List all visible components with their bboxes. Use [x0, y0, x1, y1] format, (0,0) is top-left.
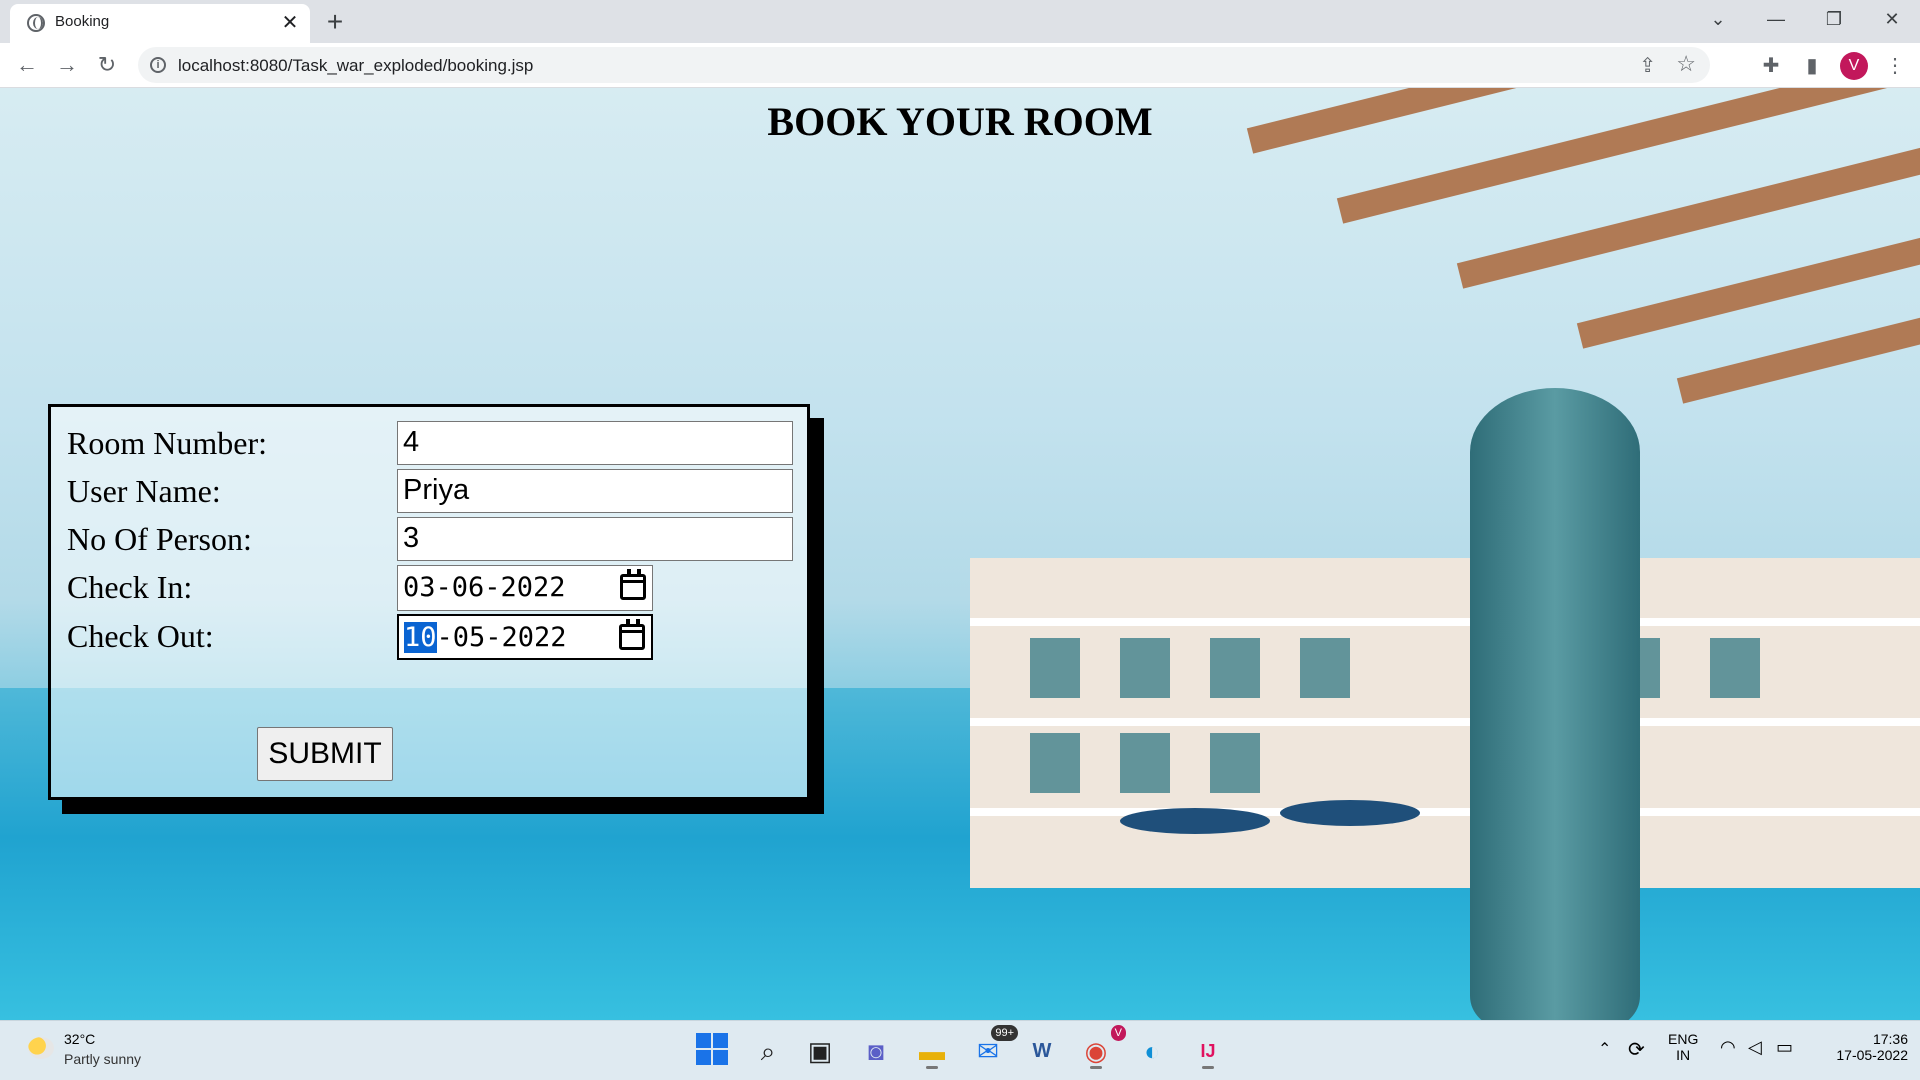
word-icon[interactable]: W [1022, 1031, 1062, 1071]
globe-icon [27, 14, 45, 32]
reload-button[interactable]: ↻ [90, 48, 124, 82]
check-out-date-input[interactable]: 10-05-2022 [397, 614, 653, 660]
minimize-button[interactable]: — [1748, 0, 1804, 40]
room-number-label: Room Number: [67, 425, 267, 461]
chrome-profile-badge: V [1110, 1025, 1126, 1041]
search-icon[interactable]: ⌕ [748, 1031, 788, 1071]
close-window-button[interactable]: ✕ [1864, 0, 1920, 40]
persons-label: No Of Person: [67, 521, 252, 557]
edge-icon[interactable]: ◐ [1132, 1031, 1172, 1071]
side-panel-icon[interactable]: ▮ [1797, 51, 1827, 81]
start-icon[interactable] [696, 1033, 728, 1065]
language-code: ENG [1668, 1031, 1699, 1047]
check-in-date-input[interactable]: 03-06-2022 [397, 565, 653, 611]
page-title: BOOK YOUR ROOM [767, 99, 1153, 144]
clock[interactable]: 17:36 17-05-2022 [1818, 1031, 1908, 1063]
language-indicator[interactable]: ENG IN [1668, 1031, 1698, 1063]
user-name-input[interactable]: Priya [397, 469, 793, 513]
tab-title: Booking [55, 13, 110, 30]
clock-time: 17:36 [1872, 1031, 1908, 1047]
wifi-icon[interactable]: ◠ [1720, 1037, 1736, 1058]
browser-toolbar: ← → ↻ i localhost:8080/Task_war_exploded… [0, 43, 1920, 88]
mail-badge: 99+ [991, 1025, 1018, 1041]
background-umbrella [1470, 388, 1640, 1020]
booking-form: Room Number: 4 User Name: Priya No Of Pe… [48, 404, 810, 800]
check-out-day-selected[interactable]: 10 [404, 622, 437, 653]
language-region: IN [1676, 1047, 1691, 1063]
check-out-date-rest: -05-2022 [436, 622, 567, 653]
volume-icon[interactable]: ◁ [1748, 1037, 1762, 1058]
bookmark-star-icon[interactable]: ☆ [1676, 51, 1696, 77]
check-in-date-value: 03-06-2022 [403, 572, 566, 603]
intellij-icon[interactable]: IJ [1188, 1031, 1228, 1071]
weather-temperature: 32°C [64, 1031, 96, 1047]
extensions-icon[interactable]: ✚ [1756, 51, 1786, 81]
tab-search-icon[interactable]: ⌄ [1690, 0, 1746, 40]
tab-booking[interactable]: Booking ✕ [10, 4, 310, 43]
task-view-icon[interactable]: ▣ [800, 1031, 840, 1071]
file-explorer-icon[interactable]: ▬ [912, 1031, 952, 1071]
calendar-icon[interactable] [619, 619, 645, 650]
menu-kebab-icon[interactable]: ⋮ [1880, 51, 1910, 81]
sync-icon[interactable]: ⟳ [1628, 1037, 1645, 1062]
partly-sunny-icon [28, 1037, 54, 1059]
calendar-icon[interactable] [620, 569, 646, 600]
battery-icon[interactable]: ▭ [1776, 1037, 1793, 1058]
address-bar[interactable]: i localhost:8080/Task_war_exploded/booki… [138, 47, 1710, 83]
mail-icon[interactable]: ✉ 99+ [968, 1025, 1018, 1071]
weather-condition: Partly sunny [64, 1051, 142, 1067]
taskbar: 32°C Partly sunny ⌕ ▣ ◙ ▬ ✉ 99+ W ◉ V ◐ IJ… [0, 1020, 1920, 1080]
new-tab-button[interactable]: + [320, 8, 350, 38]
forward-button[interactable]: → [50, 48, 84, 82]
check-in-label: Check In: [67, 569, 193, 605]
profile-avatar[interactable]: V [1840, 52, 1868, 80]
page-content: BOOK YOUR ROOM Room Number: 4 User Name:… [0, 88, 1920, 1020]
user-name-label: User Name: [67, 473, 221, 509]
clock-date: 17-05-2022 [1836, 1047, 1908, 1063]
check-out-label: Check Out: [67, 618, 214, 654]
tab-strip: Booking ✕ + ⌄ — ❐ ✕ [0, 0, 1920, 43]
site-info-icon[interactable]: i [150, 57, 166, 73]
background-building [970, 558, 1920, 888]
share-icon[interactable]: ⇪ [1639, 53, 1656, 78]
chrome-icon[interactable]: ◉ V [1076, 1025, 1126, 1071]
url-text[interactable]: localhost:8080/Task_war_exploded/booking… [178, 56, 533, 76]
tab-close-icon[interactable]: ✕ [278, 11, 302, 35]
persons-input[interactable]: 3 [397, 517, 793, 561]
chat-icon[interactable]: ◙ [856, 1031, 896, 1071]
submit-button[interactable]: SUBMIT [257, 727, 393, 781]
room-number-input[interactable]: 4 [397, 421, 793, 465]
chevron-up-icon[interactable]: ⌃ [1598, 1039, 1611, 1059]
back-button[interactable]: ← [10, 48, 44, 82]
restore-button[interactable]: ❐ [1806, 0, 1862, 40]
